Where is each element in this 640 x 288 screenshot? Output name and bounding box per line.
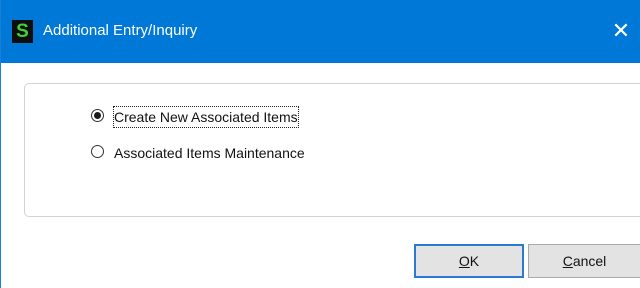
radio-selected-dot (94, 112, 101, 119)
app-logo-icon: S (12, 20, 33, 43)
option-label-maintenance[interactable]: Associated Items Maintenance (114, 143, 305, 163)
dialog-window: S Additional Entry/Inquiry ✕ Create New … (0, 0, 640, 288)
ok-label-rest: K (469, 253, 480, 269)
radio-maintenance[interactable] (91, 145, 104, 158)
title-bar[interactable]: S Additional Entry/Inquiry ✕ (1, 0, 640, 63)
ok-button[interactable]: OK (414, 244, 524, 278)
cancel-label-rest: ancel (572, 253, 607, 269)
radio-create-new[interactable] (91, 109, 104, 122)
window-title: Additional Entry/Inquiry (43, 22, 198, 39)
option-label-create-new[interactable]: Create New Associated Items (113, 106, 299, 128)
cancel-mnemonic: C (562, 253, 573, 269)
close-icon[interactable]: ✕ (601, 11, 640, 51)
options-group: Create New Associated Items Associated I… (24, 83, 640, 217)
ok-mnemonic: O (458, 253, 470, 269)
cancel-button[interactable]: Cancel (528, 244, 640, 278)
app-logo-letter: S (16, 21, 29, 42)
